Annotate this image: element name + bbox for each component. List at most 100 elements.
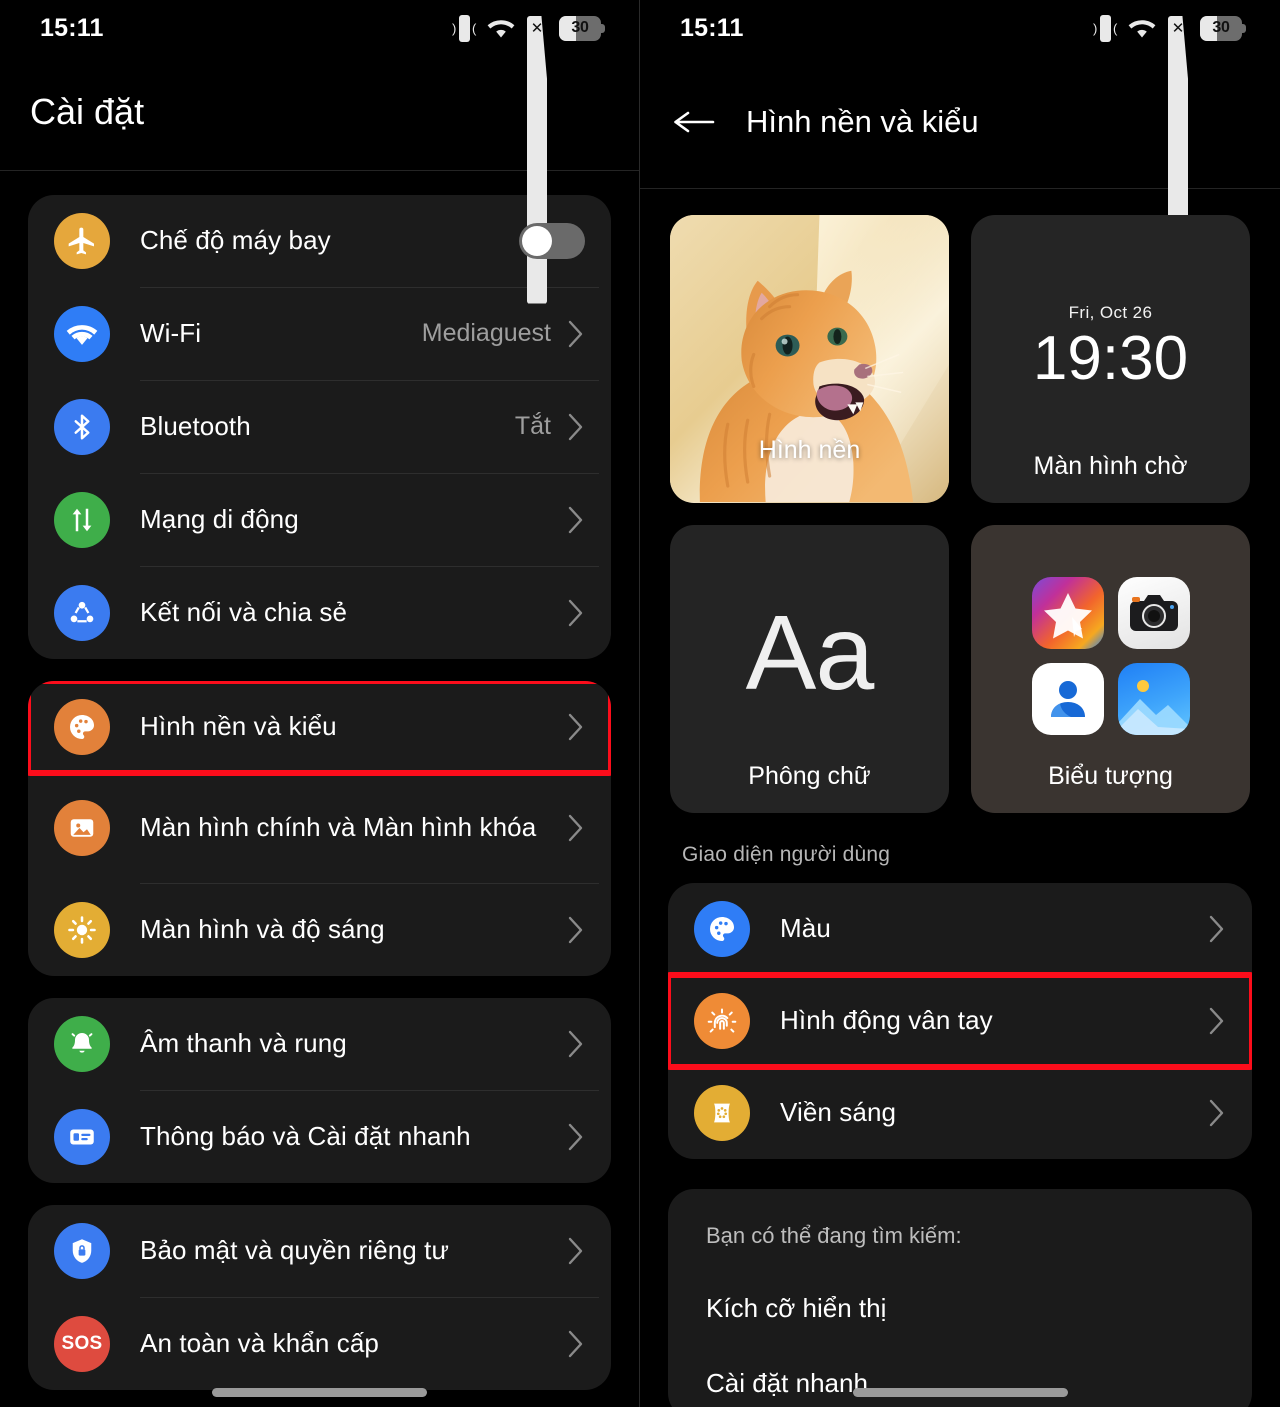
chevron-right-icon [1208,1098,1226,1128]
page-title: Hình nền và kiểu [746,104,979,139]
chevron-right-icon [567,412,585,442]
sidebar-item-mobile-network[interactable]: Mạng di động [28,474,611,566]
battery-icon: 30 [1200,15,1246,41]
sidebar-item-label: Màn hình và độ sáng [140,913,385,944]
vibrate-icon: )( [452,14,476,42]
sidebar-item-notifications-quick-settings[interactable]: Thông báo và Cài đặt nhanh [28,1091,611,1183]
palette-icon [694,901,750,957]
chevron-right-icon [1208,1006,1226,1036]
sidebar-item-safety-and-emergency[interactable]: SOS An toàn và khẩn cấp [28,1298,611,1390]
sidebar-item-label: Màn hình chính và Màn hình khóa [140,811,537,842]
shield-lock-icon [54,1222,110,1279]
bell-ring-icon [54,1015,110,1072]
settings-group-ui: Màu Hình động vân tay Viền sáng [668,883,1252,1159]
sos-icon: SOS [54,1315,110,1372]
settings-scroll-area[interactable]: Chế độ máy bay Wi-Fi Mediaguest Bluetoot… [0,194,639,1390]
sidebar-item-label: An toàn và khẩn cấp [140,1327,379,1358]
right-phone-screen: 15:11 )( ✕ 30 Hình nền và kiểu Hình nền … [640,0,1280,1407]
status-clock: 15:11 [40,13,104,42]
arrow-left-icon[interactable] [670,98,718,146]
sidebar-item-label: Kết nối và chia sẻ [140,596,348,627]
brightness-icon [54,901,110,958]
wallpaper-card[interactable]: Hình nền [670,215,949,503]
sidebar-item-airplane-mode[interactable]: Chế độ máy bay [28,195,611,287]
sidebar-item-display-and-brightness[interactable]: Màn hình và độ sáng [28,884,611,976]
chevron-right-icon [567,505,585,535]
wifi-network-value: Mediaguest [421,319,551,348]
sidebar-item-sound-and-vibration[interactable]: Âm thanh và rung [28,998,611,1090]
sidebar-item-label: Chế độ máy bay [140,224,331,255]
status-clock: 15:11 [680,13,744,42]
chevron-right-icon [567,1029,585,1059]
gallery-icon [1117,663,1190,735]
font-card[interactable]: Aa Phông chữ [670,525,949,813]
icons-card[interactable]: Biểu tượng [971,525,1250,813]
sidebar-item-wifi[interactable]: Wi-Fi Mediaguest [28,288,611,380]
notification-card-icon [54,1108,110,1165]
chevron-right-icon [567,1236,585,1266]
sidebar-item-label: Âm thanh và rung [140,1027,347,1058]
palette-icon [54,698,110,755]
themes-star-icon [1031,577,1104,649]
sidebar-item-connection-sharing[interactable]: Kết nối và chia sẻ [28,567,611,659]
sidebar-item-bluetooth[interactable]: Bluetooth Tắt [28,381,611,473]
bluetooth-state-value: Tắt [514,412,551,441]
status-icons: )( ✕ 30 [1093,14,1246,304]
sim-no-card-icon: ✕ [527,15,547,304]
font-sample-text: Aa [745,594,875,712]
wallpaper-image-icon [54,799,110,856]
chevron-right-icon [567,915,585,945]
chevron-right-icon [1208,914,1226,944]
list-item-fingerprint-animation[interactable]: Hình động vân tay [668,972,1252,1070]
suggestions-heading: Bạn có thể đang tìm kiếm: [706,1223,962,1248]
sidebar-item-home-and-lock-screen[interactable]: Màn hình chính và Màn hình khóa [28,773,611,883]
airplane-mode-toggle[interactable] [519,222,585,259]
chevron-right-icon [567,813,585,843]
aod-card-caption: Màn hình chờ [1033,452,1188,480]
sidebar-item-label: Wi-Fi [140,317,202,348]
wifi-icon [1128,17,1156,39]
vibrate-icon: )( [1093,14,1117,42]
mobile-data-icon [54,491,110,548]
status-icons: )( ✕ 30 [452,14,605,304]
chevron-right-icon [567,319,585,349]
settings-group-sound: Âm thanh và rung Thông báo và Cài đặt nh… [28,997,611,1183]
sidebar-item-wallpaper-and-style[interactable]: Hình nền và kiểu [28,680,611,776]
settings-group-display: Hình nền và kiểu Màn hình chính và Màn h… [28,680,611,976]
suggestion-item-display-size[interactable]: Kích cỡ hiển thị [706,1293,1214,1324]
battery-level-text: 30 [571,19,589,36]
left-phone-screen: 15:11 )( ✕ 30 Cài đặt Chế độ máy bay Wi-… [0,0,640,1407]
chevron-right-icon [567,1122,585,1152]
bluetooth-icon [54,398,110,455]
list-item-label: Viền sáng [780,1097,897,1128]
battery-icon: 30 [559,15,605,41]
icons-card-caption: Biểu tượng [1048,762,1173,790]
navigation-home-bar-right[interactable] [640,1388,1280,1397]
always-on-display-card[interactable]: Fri, Oct 26 19:30 Màn hình chờ [971,215,1250,503]
sidebar-item-label: Thông báo và Cài đặt nhanh [140,1120,471,1151]
sidebar-item-label: Mạng di động [140,503,299,534]
wifi-icon [54,305,110,362]
aod-date: Fri, Oct 26 [1068,303,1153,322]
sim-no-card-icon: ✕ [1168,15,1188,304]
list-item-color[interactable]: Màu [668,883,1252,975]
list-item-edge-lighting[interactable]: Viền sáng [668,1067,1252,1159]
sidebar-item-label: Bluetooth [140,410,251,441]
chevron-right-icon [567,712,585,742]
status-bar-left: 15:11 )( ✕ 30 [0,0,639,304]
sidebar-item-security-and-privacy[interactable]: Bảo mật và quyền riêng tư [28,1205,611,1297]
fingerprint-icon [694,993,750,1049]
aod-preview: Fri, Oct 26 19:30 [971,303,1250,393]
edge-lighting-icon [694,1085,750,1141]
airplane-icon [54,212,110,269]
suggestions-card: Bạn có thể đang tìm kiếm: Kích cỡ hiển t… [668,1189,1252,1407]
settings-group-security: Bảo mật và quyền riêng tư SOS An toàn và… [28,1204,611,1390]
section-label-user-interface: Giao diện người dùng [682,843,891,866]
settings-group-connectivity: Chế độ máy bay Wi-Fi Mediaguest Bluetoot… [28,194,611,659]
aod-time: 19:30 [1032,324,1189,393]
wallpaper-card-caption: Hình nền [758,436,861,464]
camera-icon [1117,577,1190,649]
navigation-home-bar-left[interactable] [0,1388,639,1397]
font-card-caption: Phông chữ [748,762,871,790]
style-card-grid: Hình nền Fri, Oct 26 19:30 Màn hình chờ … [640,189,1280,813]
